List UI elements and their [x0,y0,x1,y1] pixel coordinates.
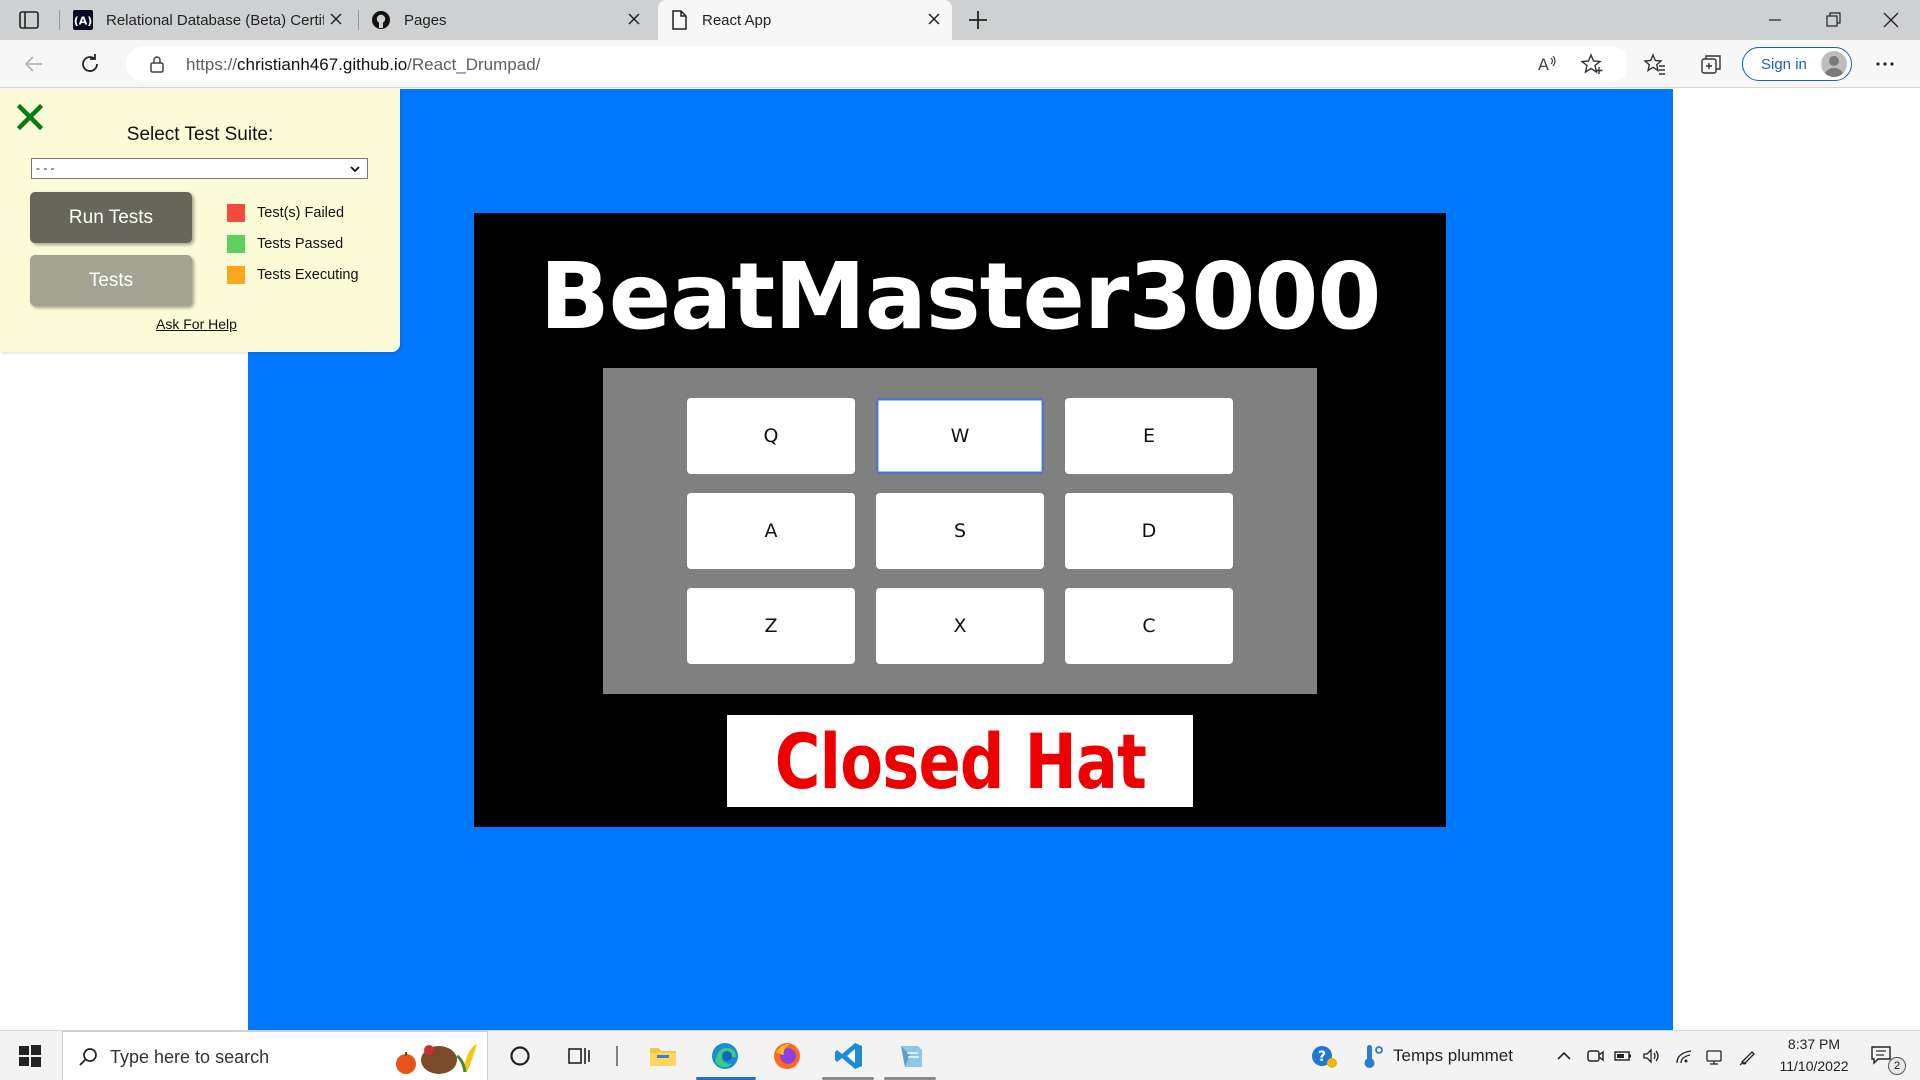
drum-pad-w[interactable]: W [876,398,1044,474]
github-icon [370,9,392,31]
avatar [1821,51,1847,77]
read-aloud-icon[interactable]: A [1535,52,1559,76]
help-icon[interactable]: ? [1308,1041,1338,1071]
tests-button[interactable]: Tests [30,255,192,306]
drum-pad-a[interactable]: A [687,493,855,569]
legend-passed: Tests Passed [227,235,343,253]
tab-actions-icon[interactable] [18,9,40,31]
close-tab-icon[interactable] [328,11,344,27]
close-tab-icon[interactable] [926,11,942,27]
tab-title: React App [702,11,772,29]
thanksgiving-decoration-icon [396,1044,477,1074]
wifi-icon[interactable] [1674,1046,1694,1066]
firefox-icon[interactable] [772,1041,802,1071]
notification-count-badge: 2 [1888,1057,1906,1075]
refresh-icon[interactable] [78,52,102,76]
legend-failed: Test(s) Failed [227,204,344,222]
tab-title: Relational Database (Beta) Certifi [106,11,324,29]
test-suite-label: Select Test Suite: [126,124,274,145]
minimize-icon[interactable] [1765,10,1785,30]
passed-swatch [227,235,245,253]
new-tab-icon[interactable] [966,8,990,32]
browser-toolbar: https://christianh467.github.io/React_Dr… [0,40,1920,88]
drum-pad-z[interactable]: Z [687,588,855,664]
volume-icon[interactable] [1641,1046,1661,1066]
back-arrow-icon[interactable] [22,52,46,76]
tab-relational-database[interactable]: (A) Relational Database (Beta) Certifi [62,0,354,40]
legend-passed-label: Tests Passed [257,236,344,252]
meet-now-icon[interactable] [1585,1046,1605,1066]
drum-pad-c[interactable]: C [1065,588,1233,664]
battery-icon[interactable] [1613,1046,1633,1066]
vscode-icon[interactable] [834,1041,864,1071]
pad-bank: Q W E A S D Z X C [603,368,1317,694]
favorites-icon[interactable] [1643,52,1667,76]
weather-text[interactable]: Temps plummet [1393,1046,1513,1066]
address-bar[interactable]: https://christianh467.github.io/React_Dr… [126,46,1628,82]
weather-thermometer-icon[interactable] [1356,1041,1386,1071]
pen-icon[interactable] [1738,1046,1758,1066]
app-title: BeatMaster3000 [539,243,1382,350]
test-suite-selected-value: - - - [36,161,55,175]
tab-title: Pages [404,11,447,29]
ask-for-help-link[interactable]: Ask For Help [156,316,237,332]
drum-pad-q[interactable]: Q [687,398,855,474]
sign-in-label: Sign in [1761,56,1807,73]
failed-swatch [227,204,245,222]
svg-text:A: A [1538,55,1549,74]
tab-pages[interactable]: Pages [360,0,652,40]
drum-pad-s[interactable]: S [876,493,1044,569]
more-options-icon[interactable] [1873,52,1897,76]
browser-tab-bar: (A) Relational Database (Beta) Certifi P… [0,0,1920,40]
lock-icon[interactable] [148,55,166,73]
edge-icon[interactable] [710,1041,740,1071]
url-prefix: https:// [186,55,238,74]
chevron-up-icon[interactable] [1554,1046,1574,1066]
taskbar: Type here to search ? Temps plummet 8:37… [0,1030,1920,1080]
executing-swatch [227,266,245,284]
test-suite-select[interactable]: - - - [31,158,368,179]
test-panel: Select Test Suite: - - - Run Tests Tests… [0,89,400,352]
page-icon [668,9,690,31]
display-text: Closed Hat [774,716,1146,806]
notepad-icon[interactable] [896,1041,926,1071]
close-tab-icon[interactable] [626,11,642,27]
sign-in-button[interactable]: Sign in [1742,47,1852,81]
file-explorer-icon[interactable] [648,1041,678,1071]
clock-date[interactable]: 11/10/2022 [1772,1058,1856,1074]
drum-pad-e[interactable]: E [1065,398,1233,474]
close-window-icon[interactable] [1881,10,1901,30]
freecodecamp-icon: (A) [72,9,94,31]
drum-pad-x[interactable]: X [876,588,1044,664]
chevron-down-icon [350,166,360,173]
tab-react-app[interactable]: React App [658,0,952,40]
windows-start-icon[interactable] [18,1044,42,1068]
svg-text:?: ? [1318,1049,1326,1065]
task-view-icon[interactable] [565,1041,595,1071]
drum-pad-d[interactable]: D [1065,493,1233,569]
search-icon [79,1048,97,1066]
clock-time[interactable]: 8:37 PM [1786,1036,1842,1052]
legend-failed-label: Test(s) Failed [257,205,345,221]
run-tests-button[interactable]: Run Tests [30,192,192,243]
url-domain: christianh467.github.io [237,55,408,74]
legend-executing-label: Tests Executing [257,267,359,283]
cortana-icon[interactable] [505,1041,535,1071]
taskbar-divider-icon [616,1046,618,1066]
url-path: /React_Drumpad/ [407,55,541,74]
onedrive-icon[interactable] [1704,1046,1724,1066]
collections-icon[interactable] [1699,52,1723,76]
sound-display: Closed Hat [727,715,1193,807]
drum-machine: BeatMaster3000 Q W E A S D Z X C Closed … [474,213,1446,827]
add-favorite-icon[interactable] [1580,52,1604,76]
url-text: https://christianh467.github.io/React_Dr… [186,55,540,75]
tab-separator [59,10,60,30]
tab-separator [358,10,359,30]
svg-text:(A): (A) [74,15,93,28]
legend-executing: Tests Executing [227,266,359,284]
search-placeholder: Type here to search [110,1047,270,1067]
restore-icon[interactable] [1823,10,1843,30]
page-viewport: BeatMaster3000 Q W E A S D Z X C Closed … [0,89,1920,1030]
taskbar-search-box[interactable]: Type here to search [62,1031,488,1080]
